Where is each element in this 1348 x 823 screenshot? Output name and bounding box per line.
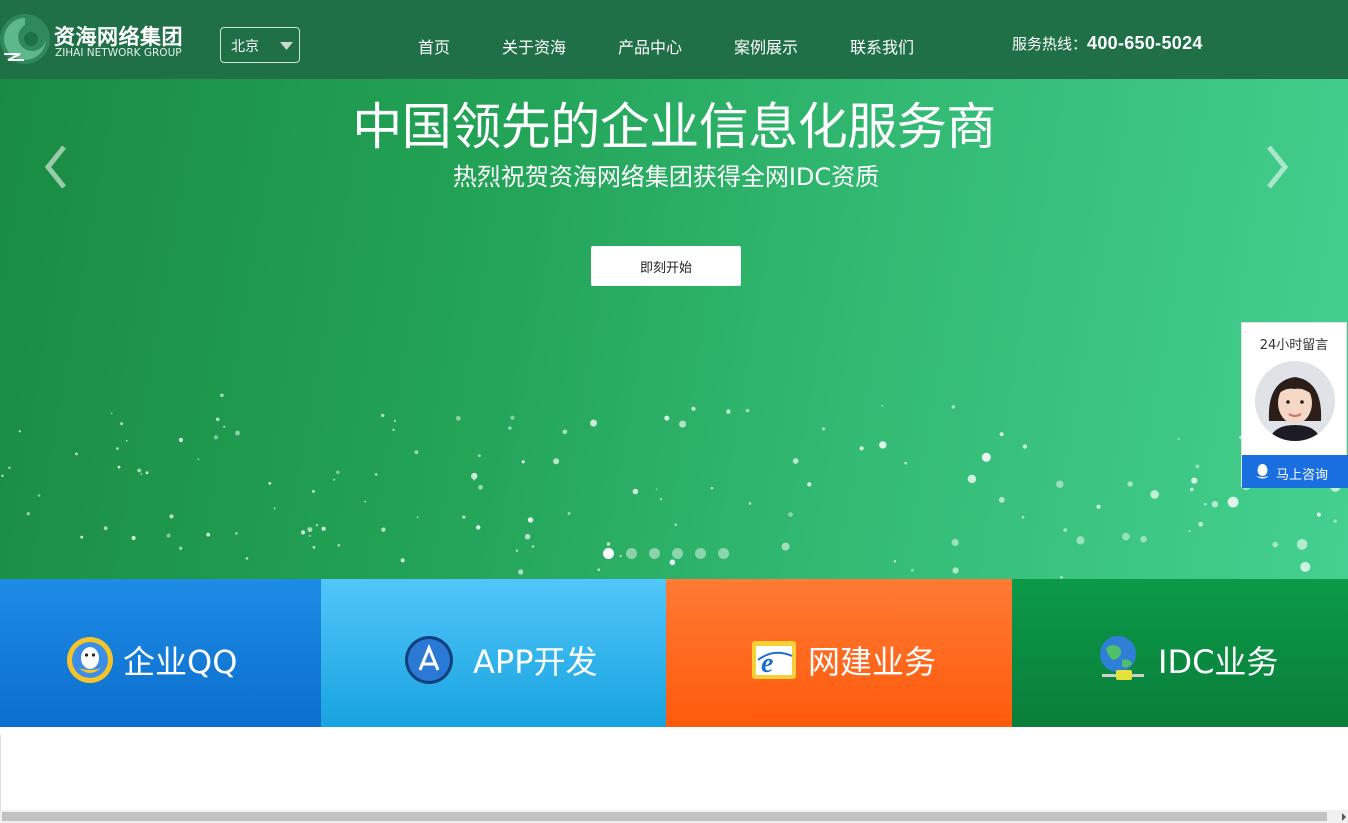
service-label-web: 网建业务 — [808, 643, 937, 681]
agent-avatar — [1255, 361, 1335, 441]
slide-dot[interactable] — [649, 548, 660, 559]
slide-dot[interactable] — [718, 548, 729, 559]
consult-now-button[interactable]: 马上咨询 — [1242, 455, 1348, 488]
zihai-logo-icon — [0, 14, 50, 64]
globe-network-icon — [1100, 636, 1144, 680]
service-hotline: 服务热线：400-650-5024 — [1012, 33, 1203, 54]
internet-explorer-icon: e — [752, 641, 796, 679]
hotline-number: 400-650-5024 — [1087, 33, 1203, 53]
hero-banner: 中国领先的企业信息化服务商 热烈祝贺资海网络集团获得全网IDC资质 即刻开始 — [0, 79, 1348, 579]
qq-penguin-icon — [1256, 464, 1269, 479]
nav-item-products[interactable]: 产品中心 — [618, 34, 682, 58]
city-select[interactable]: 北京 — [220, 27, 300, 63]
service-tile-idc[interactable]: IDC业务 — [1012, 579, 1348, 727]
consult-widget: 24小时留言 马上咨询 — [1241, 322, 1348, 488]
service-label-app: APP开发 — [473, 643, 598, 681]
service-tiles: 企业QQ APP开发 e 网建业务 IDC业务 — [0, 579, 1348, 727]
chevron-left-icon[interactable] — [40, 143, 70, 191]
service-tile-app[interactable]: APP开发 — [321, 579, 666, 727]
banner-subtitle: 热烈祝贺资海网络集团获得全网IDC资质 — [452, 163, 880, 191]
service-label-qq: 企业QQ — [123, 643, 238, 681]
scroll-right-icon[interactable] — [1342, 813, 1346, 821]
app-store-icon — [405, 636, 453, 684]
service-tile-qq[interactable]: 企业QQ — [0, 579, 321, 727]
site-header: 资海网络集团 ZIHAI NETWORK GROUP 北京 首页 关于资海 产品… — [0, 0, 1348, 79]
brand-logo[interactable]: 资海网络集团 ZIHAI NETWORK GROUP — [0, 12, 200, 66]
consult-button-label: 马上咨询 — [1276, 468, 1329, 483]
slide-dot[interactable] — [695, 548, 706, 559]
chevron-down-icon — [280, 42, 293, 50]
horizontal-scrollbar[interactable] — [0, 810, 1348, 823]
nav-item-contact[interactable]: 联系我们 — [850, 34, 914, 58]
slide-dot[interactable] — [672, 548, 683, 559]
slide-dot[interactable] — [603, 548, 614, 559]
brand-name-en: ZIHAI NETWORK GROUP — [55, 47, 182, 59]
banner-title: 中国领先的企业信息化服务商 — [352, 98, 996, 156]
nav-item-about[interactable]: 关于资海 — [502, 34, 566, 58]
service-label-idc: IDC业务 — [1158, 643, 1279, 681]
consult-title: 24小时留言 — [1259, 338, 1329, 353]
hotline-label: 服务热线： — [1012, 35, 1088, 53]
scrollbar-thumb[interactable] — [2, 812, 1327, 821]
nav-item-cases[interactable]: 案例展示 — [734, 34, 798, 58]
customer-service-agent-icon — [1255, 361, 1335, 441]
chevron-right-icon[interactable] — [1263, 143, 1293, 191]
city-select-value: 北京 — [231, 39, 259, 55]
start-now-button[interactable]: 即刻开始 — [591, 246, 741, 286]
nav-item-home[interactable]: 首页 — [418, 34, 450, 58]
slide-dot[interactable] — [626, 548, 637, 559]
page-content-area — [0, 735, 1348, 810]
service-tile-web[interactable]: e 网建业务 — [666, 579, 1012, 727]
qq-penguin-icon — [67, 637, 113, 683]
